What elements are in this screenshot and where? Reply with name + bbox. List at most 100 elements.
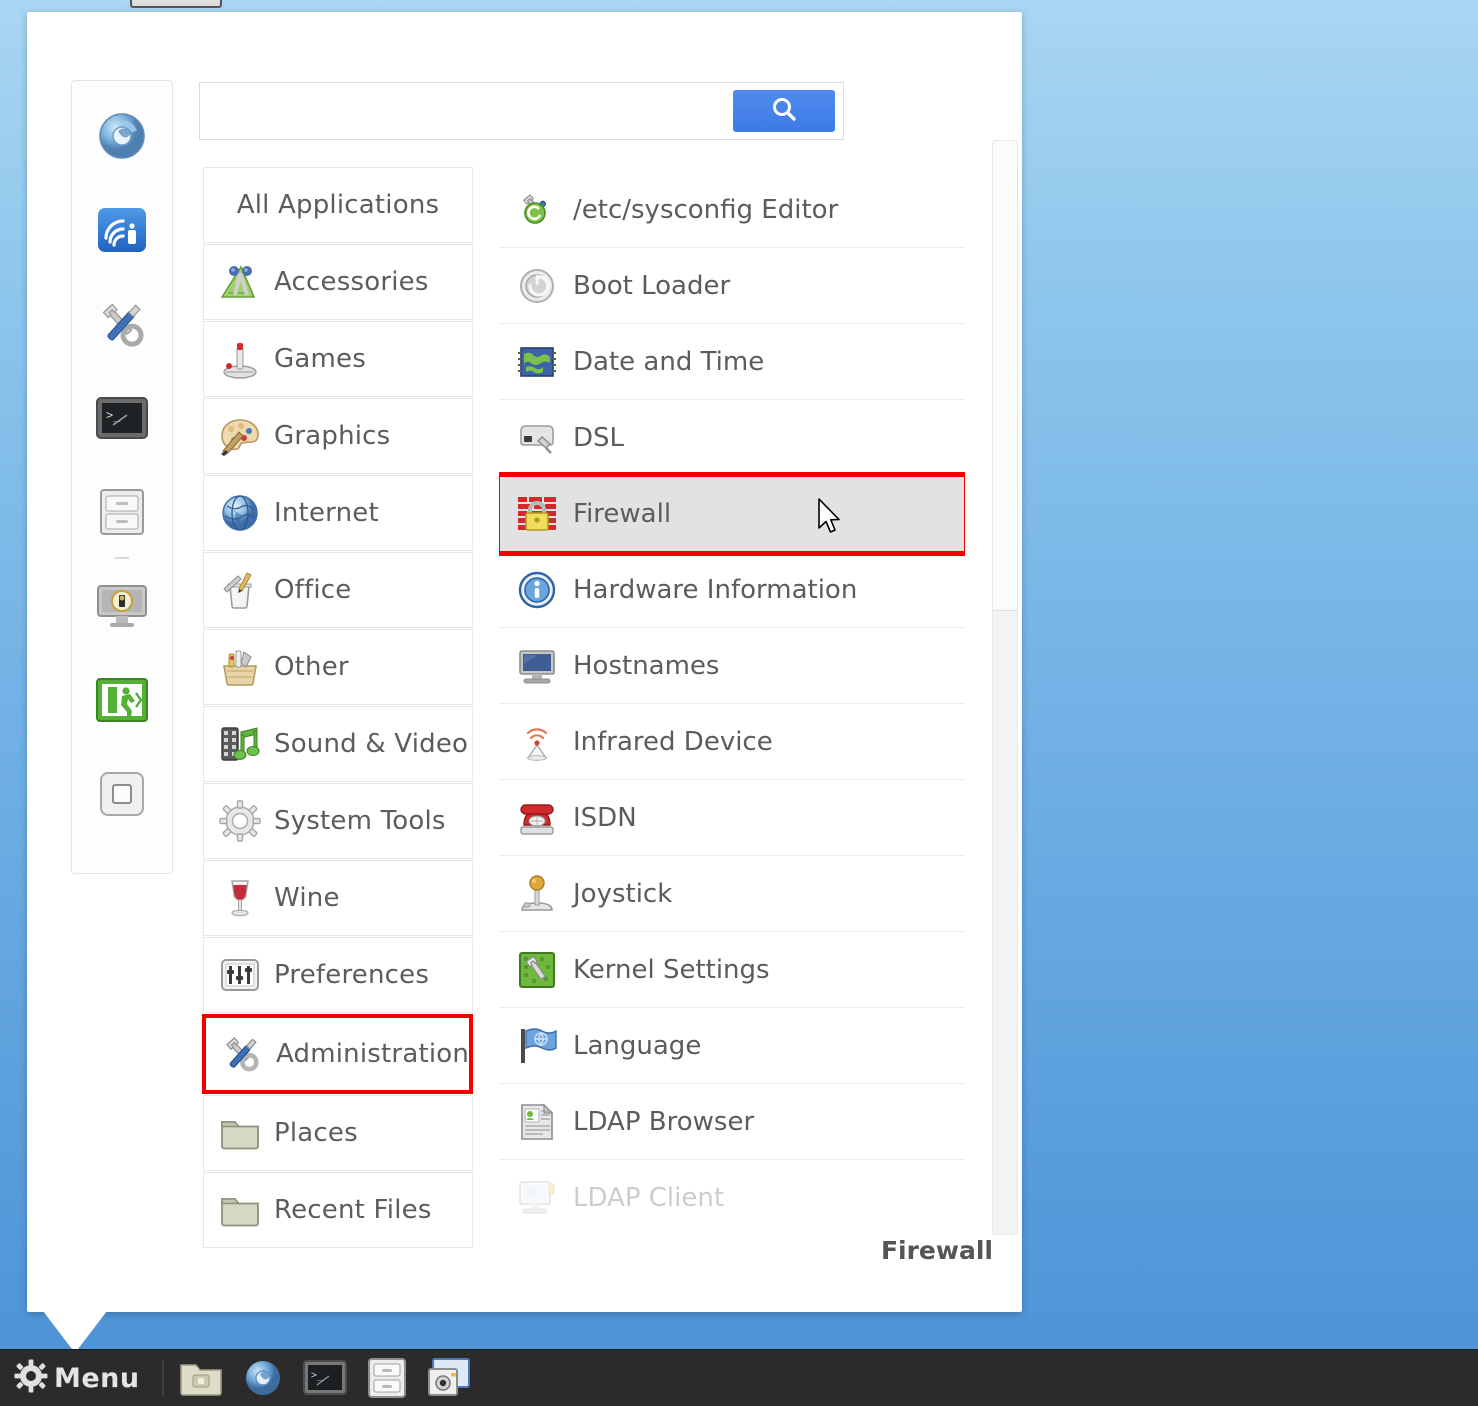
application-item-joystick[interactable]: Joystick: [499, 856, 965, 932]
date-time-chip-icon: [515, 340, 559, 384]
preferences-sliders-icon: [218, 953, 262, 997]
screenshot-tool-icon[interactable]: [426, 1355, 472, 1401]
application-item-label: Boot Loader: [573, 270, 731, 301]
category-item-games[interactable]: Games: [203, 321, 473, 397]
games-joystick-icon: [218, 337, 262, 381]
lock-screen-icon[interactable]: [91, 575, 153, 637]
category-item-other[interactable]: Other: [203, 629, 473, 705]
category-item-label: Wine: [274, 883, 340, 913]
isdn-telephone-icon: [515, 796, 559, 840]
terminal-icon[interactable]: >_: [91, 387, 153, 449]
application-item-kernel-settings[interactable]: Kernel Settings: [499, 932, 965, 1008]
application-item-ldap-browser[interactable]: LDAP Browser: [499, 1084, 965, 1160]
quick-action-rail: >_: [71, 80, 173, 874]
scrollbar-thumb[interactable]: [993, 141, 1017, 611]
category-item-label: Games: [274, 344, 366, 374]
file-manager-folder-icon[interactable]: [178, 1355, 224, 1401]
category-item-preferences[interactable]: Preferences: [203, 937, 473, 1013]
logout-icon[interactable]: [91, 669, 153, 731]
application-item-ldap-client[interactable]: LDAP Client: [499, 1160, 965, 1228]
search-bar: [199, 82, 844, 140]
archive-manager-icon[interactable]: [364, 1355, 410, 1401]
taskbar: Menu >_: [0, 1349, 1478, 1406]
application-item-label: Language: [573, 1030, 702, 1061]
folder-icon: [218, 1111, 262, 1155]
infrared-signal-icon: [515, 720, 559, 764]
category-item-label: Other: [274, 652, 349, 682]
application-item-label: ISDN: [573, 802, 637, 833]
language-flag-icon: [515, 1024, 559, 1068]
category-item-label: Preferences: [274, 960, 430, 990]
category-item-label: Administration: [276, 1039, 470, 1069]
application-item-hardware-information[interactable]: Hardware Information: [499, 552, 965, 628]
application-item-label: Kernel Settings: [573, 954, 770, 985]
category-item-office[interactable]: Office: [203, 552, 473, 628]
status-bar-label: Firewall: [880, 1236, 993, 1265]
category-item-accessories[interactable]: Accessories: [203, 244, 473, 320]
application-item-label: LDAP Client: [573, 1182, 725, 1213]
firewall-brickwall-lock-icon: [515, 492, 559, 536]
application-item-label: /etc/sysconfig Editor: [573, 194, 839, 225]
category-item-label: Graphics: [274, 421, 391, 451]
ldap-client-monitor-icon: [515, 1176, 559, 1220]
settings-tools-icon[interactable]: [91, 293, 153, 355]
web-browser-icon[interactable]: [240, 1355, 286, 1401]
application-item-boot-loader[interactable]: Boot Loader: [499, 248, 965, 324]
taskbar-menu-label: Menu: [54, 1362, 140, 1394]
application-item-infrared-device[interactable]: Infrared Device: [499, 704, 965, 780]
network-wireless-icon[interactable]: [91, 199, 153, 261]
search-button[interactable]: [733, 90, 835, 132]
category-item-label: Places: [274, 1118, 358, 1148]
menu-popup-tail: [43, 1311, 107, 1353]
wine-glass-icon: [218, 876, 262, 920]
svg-text:>_: >_: [311, 1370, 324, 1381]
application-item-label: Hostnames: [573, 650, 720, 681]
internet-globe-icon: [218, 491, 262, 535]
gear-icon: [14, 1359, 48, 1397]
application-item-etc-sysconfig-editor[interactable]: /etc/sysconfig Editor: [499, 172, 965, 248]
dsl-modem-icon: [515, 416, 559, 460]
application-item-date-and-time[interactable]: Date and Time: [499, 324, 965, 400]
kernel-chip-wrench-icon: [515, 948, 559, 992]
taskbar-separator: [161, 1359, 164, 1397]
power-boot-icon: [515, 264, 559, 308]
category-item-internet[interactable]: Internet: [203, 475, 473, 551]
background-window-sliver: [130, 0, 222, 8]
application-item-language[interactable]: Language: [499, 1008, 965, 1084]
shutdown-icon[interactable]: [91, 763, 153, 825]
category-item-label: Accessories: [274, 267, 429, 297]
category-item-system-tools[interactable]: System Tools: [203, 783, 473, 859]
sysconfig-editor-icon: [515, 188, 559, 232]
accessories-icon: [218, 260, 262, 304]
category-item-administration[interactable]: Administration: [202, 1014, 473, 1094]
application-item-label: Hardware Information: [573, 574, 858, 605]
category-item-all-applications[interactable]: All Applications: [203, 167, 473, 243]
application-item-firewall[interactable]: Firewall: [499, 472, 965, 556]
terminal-icon[interactable]: >_: [302, 1355, 348, 1401]
application-item-isdn[interactable]: ISDN: [499, 780, 965, 856]
search-input[interactable]: [200, 83, 733, 139]
category-item-sound-video[interactable]: Sound & Video: [203, 706, 473, 782]
office-icon: [218, 568, 262, 612]
application-list-scrollbar[interactable]: [992, 140, 1018, 1235]
category-item-label: Internet: [274, 498, 379, 528]
rail-separator: [115, 557, 129, 559]
system-tools-gear-icon: [218, 799, 262, 843]
folder-icon: [218, 1188, 262, 1232]
category-item-wine[interactable]: Wine: [203, 860, 473, 936]
application-item-dsl[interactable]: DSL: [499, 400, 965, 476]
web-browser-icon[interactable]: [91, 105, 153, 167]
taskbar-menu-button[interactable]: Menu: [0, 1350, 156, 1406]
file-manager-icon[interactable]: [91, 481, 153, 543]
application-list: /etc/sysconfig Editor Boot Loader Date a…: [499, 172, 965, 1228]
application-item-label: Date and Time: [573, 346, 765, 377]
category-list: All Applications Accessories Games Graph…: [202, 167, 473, 1249]
category-item-graphics[interactable]: Graphics: [203, 398, 473, 474]
category-item-label: Office: [274, 575, 352, 605]
graphics-palette-icon: [218, 414, 262, 458]
category-item-label: System Tools: [274, 806, 446, 836]
sound-video-icon: [218, 722, 262, 766]
application-item-hostnames[interactable]: Hostnames: [499, 628, 965, 704]
category-item-places[interactable]: Places: [203, 1095, 473, 1171]
application-item-label: DSL: [573, 422, 625, 453]
